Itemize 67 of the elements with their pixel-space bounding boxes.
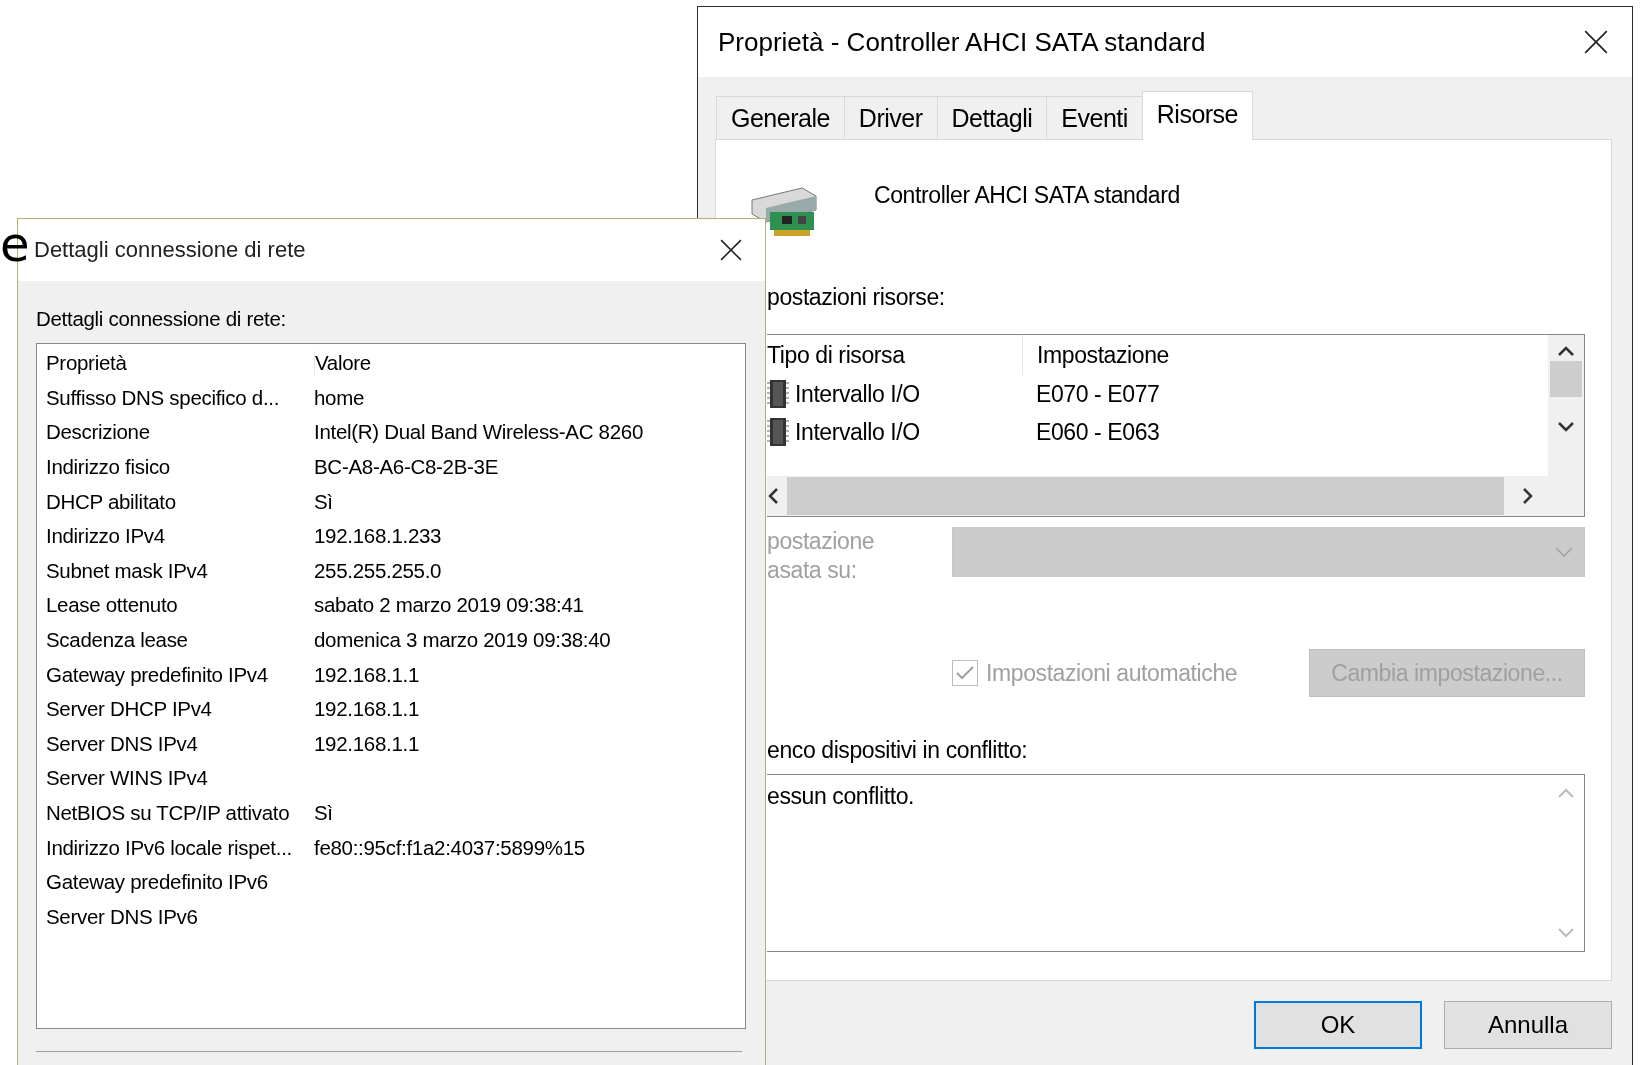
value-cell: 192.168.1.233: [314, 524, 442, 549]
window-title: Proprietà - Controller AHCI SATA standard: [718, 26, 1206, 58]
value-cell: Intel(R) Dual Band Wireless-AC 8260: [314, 420, 644, 445]
property-cell: Indirizzo IPv4: [46, 524, 165, 548]
value-cell: fe80::95cf:f1a2:4037:5899%15: [314, 835, 585, 860]
value-cell: 192.168.1.1: [314, 662, 419, 687]
table-cell: Intervallo I/O: [795, 380, 920, 408]
tab[interactable]: Risorse: [1141, 91, 1254, 140]
table-cell: Intervallo I/O: [795, 418, 920, 446]
value-cell: Sì: [314, 801, 333, 825]
tab[interactable]: Generale: [716, 96, 845, 139]
scrollbar-thumb[interactable]: [1550, 361, 1582, 397]
section-label: Dettagli connessione di rete:: [35, 306, 287, 332]
value-cell: 255.255.255.0: [314, 558, 442, 583]
dialog-button[interactable]: OK: [1254, 1001, 1422, 1049]
property-cell: Scadenza lease: [46, 628, 188, 652]
property-cell: Lease ottenuto: [46, 593, 178, 617]
check-mark-icon: [955, 665, 975, 681]
scroll-up-icon: [1557, 787, 1575, 799]
property-cell: Descrizione: [46, 420, 150, 444]
value-cell: 192.168.1.1: [314, 697, 419, 722]
field-label: postazione: [767, 527, 876, 556]
column-header[interactable]: Impostazione: [1037, 341, 1169, 368]
device-name: Controller AHCI SATA standard: [874, 182, 1180, 209]
scroll-down-icon: [1557, 927, 1575, 939]
column-header[interactable]: Proprietà: [46, 351, 127, 375]
property-cell: Indirizzo fisico: [46, 455, 170, 479]
table-cell: E060 - E063: [1036, 418, 1160, 445]
scrollbar-thumb[interactable]: [787, 477, 1504, 515]
scroll-down-icon[interactable]: [1557, 421, 1575, 433]
column-header[interactable]: Tipo di risorsa: [767, 341, 905, 369]
close-icon[interactable]: [720, 239, 742, 261]
property-cell: Suffisso DNS specifico d...: [46, 385, 280, 409]
section-label: enco dispositivi in conflitto:: [767, 737, 1029, 764]
dropdown-caret-icon: [1554, 546, 1574, 558]
column-header[interactable]: Valore: [315, 351, 371, 376]
value-cell: 192.168.1.1: [314, 731, 419, 756]
property-cell: NetBIOS su TCP/IP attivato: [46, 801, 290, 824]
value-cell: home: [314, 385, 365, 410]
stray-letter: e: [0, 216, 30, 272]
dialog-button[interactable]: Annulla: [1444, 1001, 1612, 1049]
value-cell: sabato 2 marzo 2019 09:38:41: [314, 593, 584, 618]
window-title: Dettagli connessione di rete: [34, 237, 306, 263]
chip-icon: [767, 379, 789, 409]
scroll-up-icon[interactable]: [1557, 345, 1575, 357]
checkbox-label: Impostazioni automatiche: [986, 659, 1238, 687]
section-label: postazioni risorse:: [767, 284, 946, 312]
field-label: asata su:: [767, 556, 858, 585]
scroll-left-icon[interactable]: [767, 487, 779, 505]
property-cell: Indirizzo IPv6 locale rispet...: [46, 835, 292, 859]
close-icon[interactable]: [1584, 30, 1608, 54]
property-cell: Server DNS IPv6: [46, 904, 198, 928]
property-cell: Server DHCP IPv4: [46, 697, 212, 721]
conflict-text: essun conflitto.: [767, 782, 916, 811]
value-cell: BC-A8-A6-C8-2B-3E: [314, 455, 498, 480]
value-cell: Sì: [314, 489, 333, 514]
table-cell: E070 - E077: [1036, 380, 1160, 407]
property-cell: Gateway predefinito IPv4: [46, 662, 268, 686]
chip-icon: [767, 417, 789, 447]
value-cell: domenica 3 marzo 2019 09:38:40: [314, 628, 611, 653]
property-cell: Subnet mask IPv4: [46, 558, 208, 582]
property-cell: Server DNS IPv4: [46, 731, 198, 755]
property-cell: Gateway predefinito IPv6: [46, 870, 268, 894]
property-cell: Server WINS IPv4: [46, 766, 208, 790]
scroll-right-icon[interactable]: [1522, 487, 1534, 505]
expansion-card-icon: [750, 186, 820, 238]
property-cell: DHCP abilitato: [46, 489, 176, 513]
